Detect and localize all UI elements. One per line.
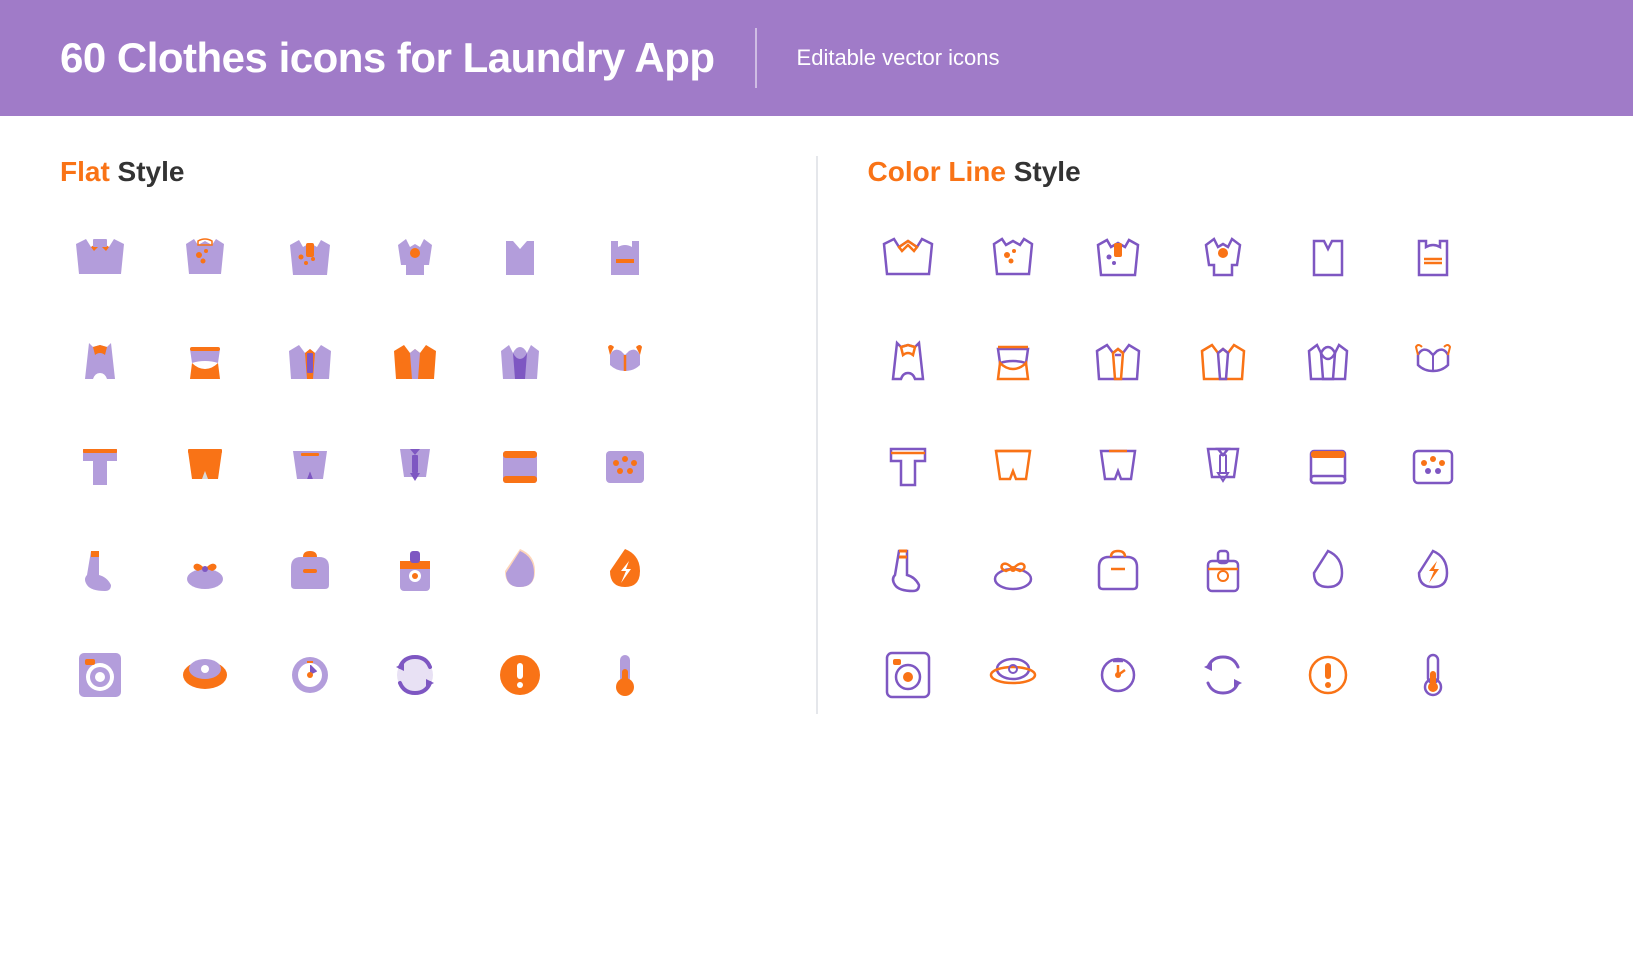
cl-polo-icon (1078, 218, 1158, 298)
flat-waterdrop-icon (480, 530, 560, 610)
flat-pants-icon (60, 426, 140, 506)
cl-thermometer-icon (1393, 634, 1473, 714)
flat-title-normal: Style (110, 156, 185, 187)
flat-timer-icon (270, 634, 350, 714)
flat-sock-icon (60, 530, 140, 610)
colorline-title-normal: Style (1006, 156, 1081, 187)
flat-bikini-bottom-icon (165, 322, 245, 402)
colorline-title-highlight: Color Line (868, 156, 1006, 187)
section-divider (816, 156, 818, 714)
cl-tanktop-icon (1393, 218, 1473, 298)
flat-vest-icon (480, 218, 560, 298)
header-title: 60 Clothes icons for Laundry App (60, 34, 715, 82)
flat-onesie-icon (375, 218, 455, 298)
flat-gray-shorts-icon (270, 426, 350, 506)
flat-towel-icon (480, 426, 560, 506)
flat-washingmachine-icon (60, 634, 140, 714)
flat-tanktop-icon (585, 218, 665, 298)
cl-gray-shorts-icon (1078, 426, 1158, 506)
flat-flipflop-icon (165, 530, 245, 610)
flat-alert-icon (480, 634, 560, 714)
cl-blazer-icon (1078, 322, 1158, 402)
cl-rolled-towel-icon (1393, 426, 1473, 506)
flat-refresh-icon (375, 634, 455, 714)
colorline-section: Color Line Style (868, 156, 1574, 714)
flat-hotdrop-icon (585, 530, 665, 610)
flat-section-title: Flat Style (60, 156, 766, 188)
cl-bra-icon (1393, 322, 1473, 402)
flat-handbag-icon (270, 530, 350, 610)
cl-waterdrop-icon (1288, 530, 1368, 610)
cl-vest-icon (1288, 218, 1368, 298)
flat-swimsuit-icon (60, 322, 140, 402)
flat-rolled-towel-icon (585, 426, 665, 506)
cl-pants-icon (868, 426, 948, 506)
flat-tie-icon (375, 426, 455, 506)
flat-thermometer-icon (585, 634, 665, 714)
cl-timer-icon (1078, 634, 1158, 714)
cl-cap-icon (973, 634, 1053, 714)
flat-jacket-icon (60, 218, 140, 298)
cl-orange-shorts-icon (973, 426, 1053, 506)
flat-orange-shorts-icon (165, 426, 245, 506)
flat-detergent-icon (375, 530, 455, 610)
flat-blazer-icon (270, 322, 350, 402)
flat-title-highlight: Flat (60, 156, 110, 187)
cl-washingmachine-icon (868, 634, 948, 714)
flat-section: Flat Style (60, 156, 766, 714)
cl-refresh-icon (1183, 634, 1263, 714)
cl-stained-tshirt-icon (973, 218, 1053, 298)
cl-orange-jacket-icon (1183, 322, 1263, 402)
cl-detergent-icon (1183, 530, 1263, 610)
cl-bikini-bottom-icon (973, 322, 1053, 402)
flat-stained-tshirt-icon (165, 218, 245, 298)
flat-cap-icon (165, 634, 245, 714)
flat-bra-icon (585, 322, 665, 402)
header-divider (755, 28, 757, 88)
flat-hoodie-icon (480, 322, 560, 402)
flat-orange-jacket-icon (375, 322, 455, 402)
cl-flipflop-icon (973, 530, 1053, 610)
cl-alert-icon (1288, 634, 1368, 714)
cl-towel-icon (1288, 426, 1368, 506)
colorline-icon-grid (868, 218, 1488, 714)
header-subtitle: Editable vector icons (797, 45, 1000, 71)
cl-tie-icon (1183, 426, 1263, 506)
flat-icon-grid (60, 218, 680, 714)
cl-hotdrop-icon (1393, 530, 1473, 610)
cl-onesie-icon (1183, 218, 1263, 298)
cl-sock-icon (868, 530, 948, 610)
cl-hoodie-icon (1288, 322, 1368, 402)
main-content: Flat Style (0, 116, 1633, 734)
colorline-section-title: Color Line Style (868, 156, 1574, 188)
cl-jacket-icon (868, 218, 948, 298)
flat-polo-icon (270, 218, 350, 298)
cl-swimsuit-icon (868, 322, 948, 402)
header: 60 Clothes icons for Laundry App Editabl… (0, 0, 1633, 116)
cl-handbag-icon (1078, 530, 1158, 610)
